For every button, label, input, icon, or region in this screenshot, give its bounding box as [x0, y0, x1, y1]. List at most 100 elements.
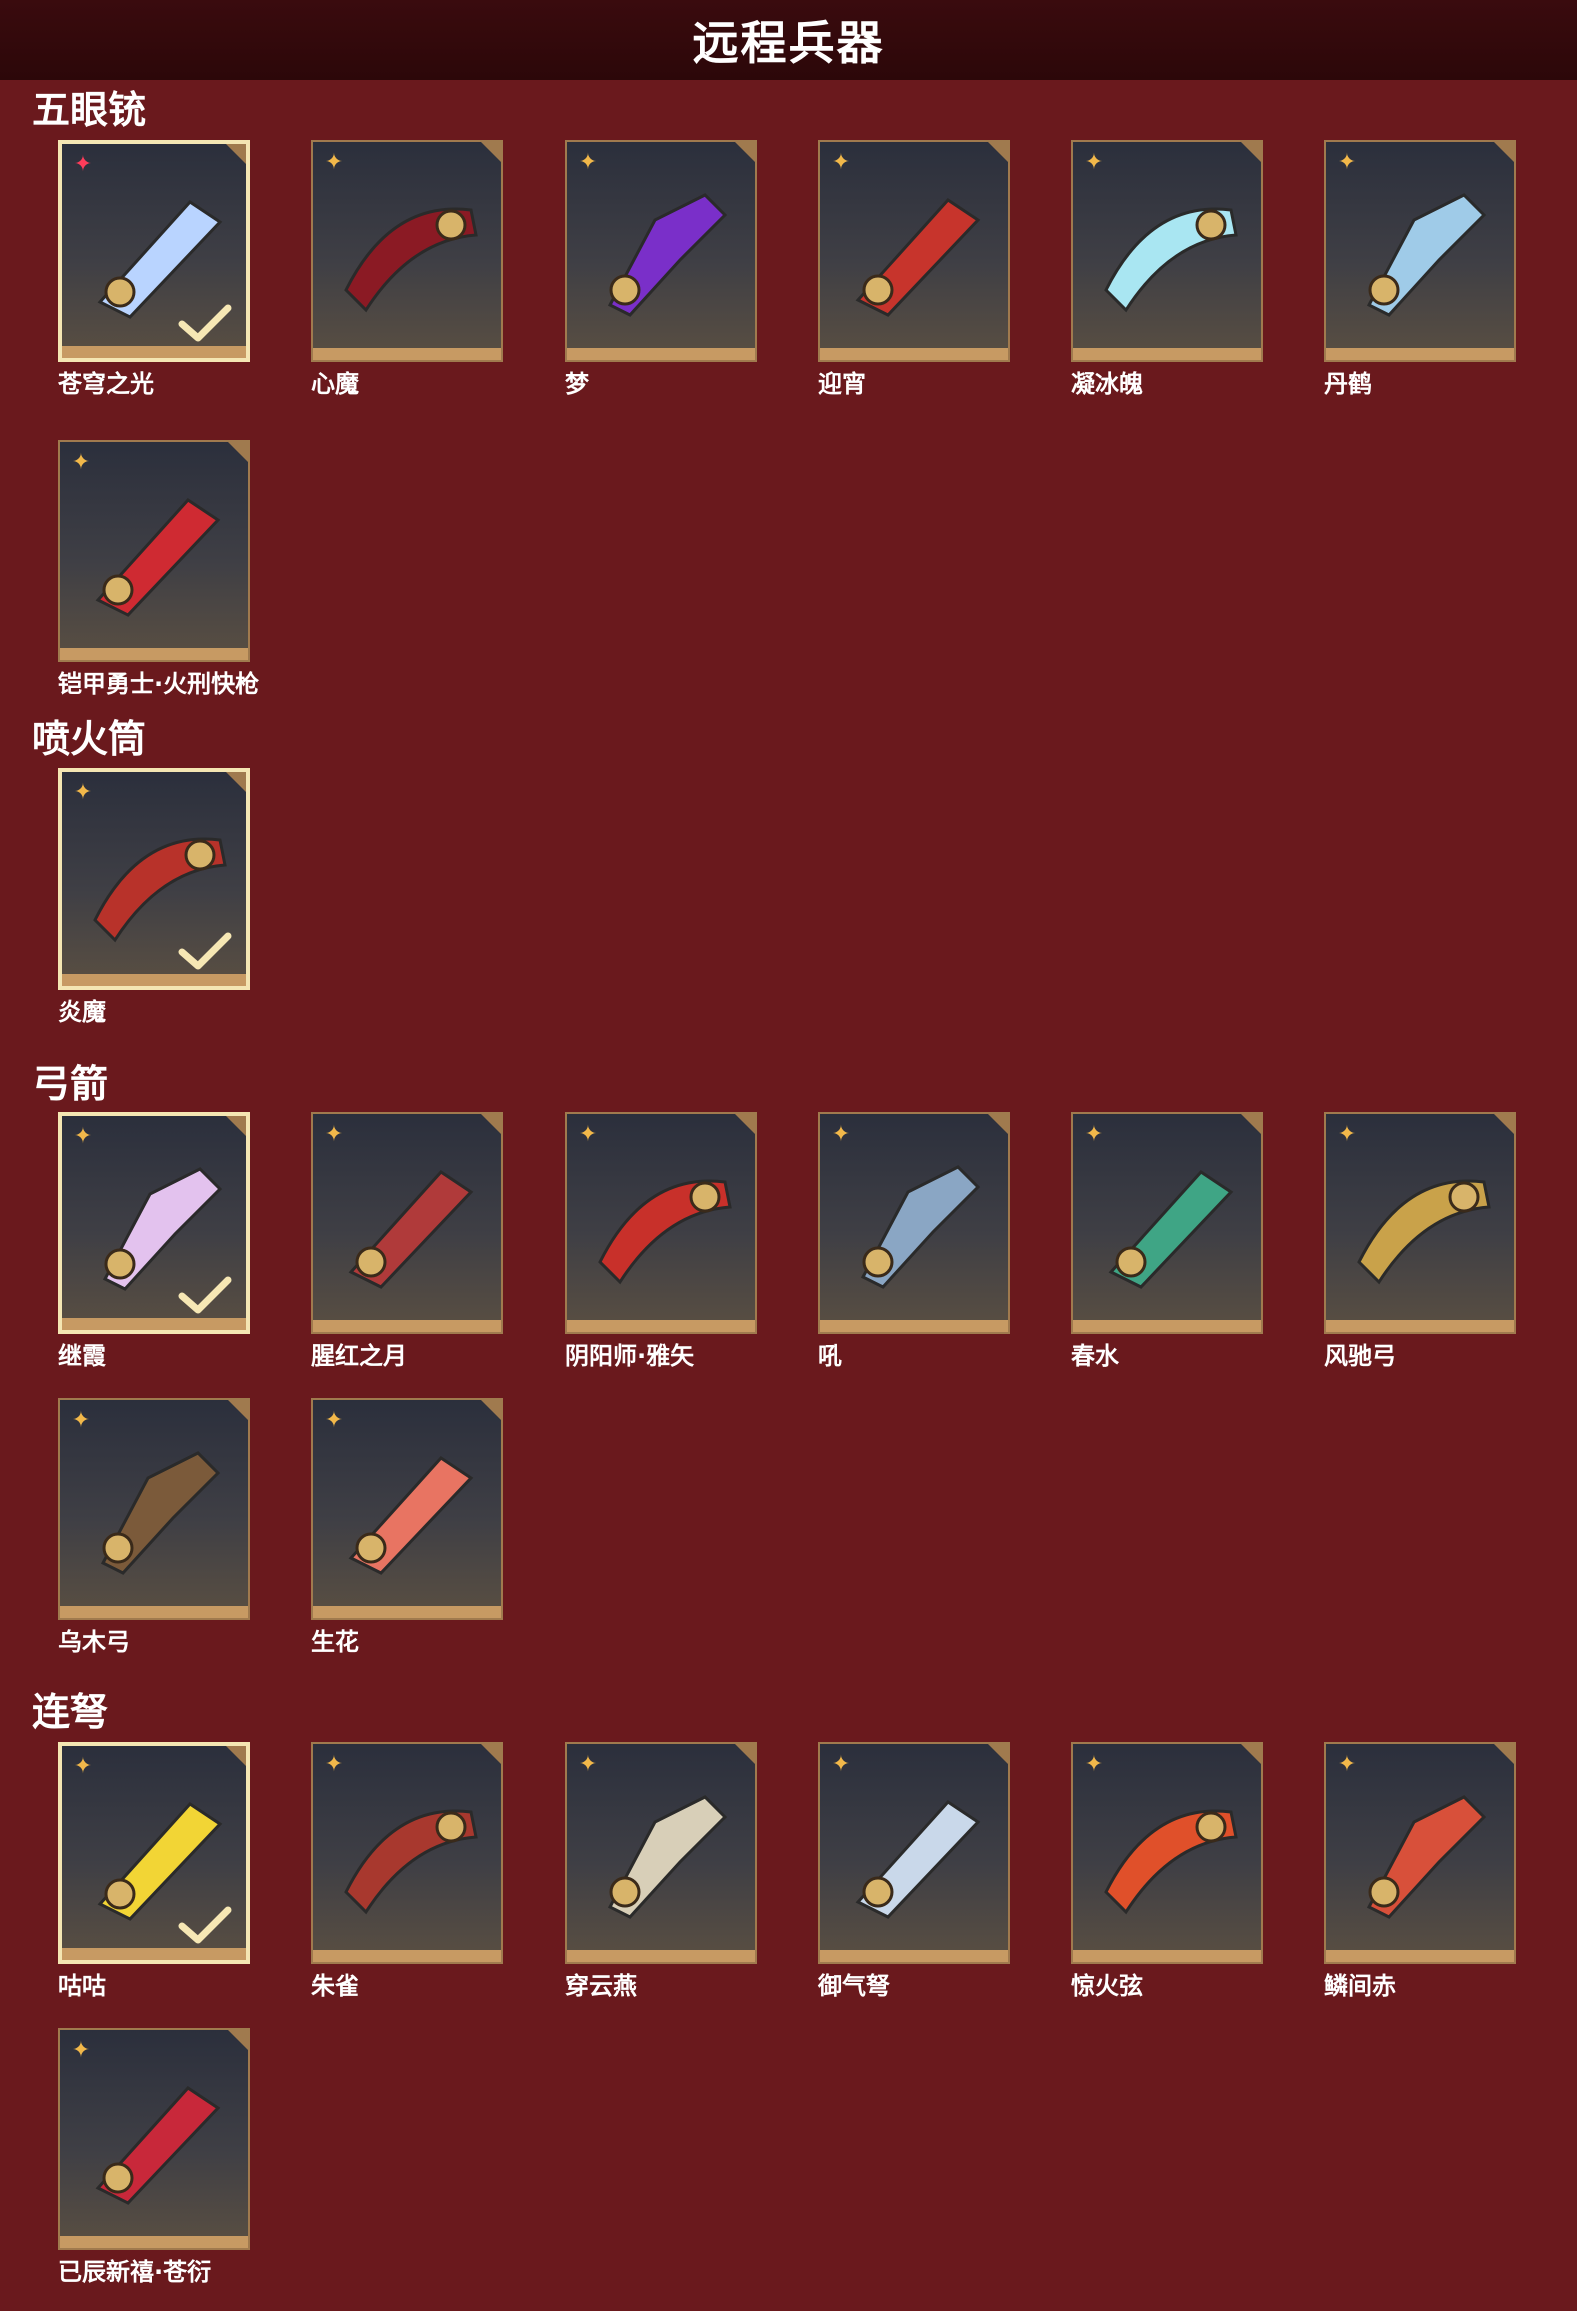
- rarity-star-icon: ✦: [1337, 1122, 1357, 1147]
- rarity-star-icon: ✦: [71, 450, 91, 475]
- tile-bottom-bar: [62, 1318, 246, 1330]
- weapon-tile[interactable]: ✦: [311, 140, 503, 362]
- weapon-tile[interactable]: ✦: [818, 1742, 1010, 1964]
- weapon-name-label: 穿云燕: [565, 1972, 637, 2000]
- weapon-thumbnail-icon: [1366, 193, 1487, 317]
- tile-bottom-bar: [567, 348, 755, 360]
- tile-bottom-bar: [60, 2236, 248, 2248]
- weapon-tile[interactable]: ✦: [565, 140, 757, 362]
- weapon-card[interactable]: ✦ 腥红之月: [311, 1112, 505, 1370]
- weapon-card[interactable]: ✦ 鳞间赤: [1324, 1742, 1518, 2000]
- weapon-card[interactable]: ✦ 朱雀: [311, 1742, 505, 2000]
- weapon-tile[interactable]: ✦: [311, 1112, 503, 1334]
- rarity-star-icon: ✦: [831, 1752, 851, 1777]
- weapon-thumbnail-icon: [344, 1809, 478, 1915]
- weapon-card[interactable]: ✦ 炎魔: [58, 768, 252, 1026]
- weapon-tile[interactable]: ✦: [818, 1112, 1010, 1334]
- rarity-star-icon: ✦: [73, 1754, 93, 1779]
- weapon-tile[interactable]: ✦: [58, 1112, 250, 1334]
- weapon-card[interactable]: ✦ 苍穹之光: [58, 140, 252, 398]
- weapon-tile[interactable]: ✦: [565, 1112, 757, 1334]
- weapon-card[interactable]: ✦ 咕咕: [58, 1742, 252, 2000]
- weapon-card[interactable]: ✦ 继霞: [58, 1112, 252, 1370]
- weapon-name-label: 惊火弦: [1071, 1972, 1143, 2000]
- tile-bottom-bar: [820, 1950, 1008, 1962]
- weapon-tile[interactable]: ✦: [565, 1742, 757, 1964]
- tile-corner-decoration: [228, 1400, 248, 1420]
- weapon-thumbnail-icon: [855, 198, 981, 317]
- weapon-tile[interactable]: ✦: [58, 1398, 250, 1620]
- equipped-check-icon: [178, 304, 232, 342]
- tile-bottom-bar: [62, 974, 246, 986]
- tile-corner-decoration: [988, 142, 1008, 162]
- weapon-card[interactable]: ✦ 凝冰魄: [1071, 140, 1265, 398]
- section-title: 连弩: [32, 1690, 109, 1734]
- weapon-card[interactable]: ✦ 心魔: [311, 140, 505, 398]
- tile-corner-decoration: [481, 1400, 501, 1420]
- weapon-name-label: 丹鹤: [1324, 370, 1372, 398]
- tile-corner-decoration: [1494, 1744, 1514, 1764]
- rarity-star-icon: ✦: [73, 780, 93, 805]
- weapon-card[interactable]: ✦ 已辰新禧·苍衍: [58, 2028, 252, 2286]
- weapon-name-label: 腥红之月: [311, 1342, 407, 1370]
- weapon-card[interactable]: ✦ 吼: [818, 1112, 1012, 1370]
- tile-bottom-bar: [62, 346, 246, 358]
- weapon-tile[interactable]: ✦: [1071, 1742, 1263, 1964]
- weapon-tile[interactable]: ✦: [58, 140, 250, 362]
- weapon-tile[interactable]: ✦: [58, 1742, 250, 1964]
- weapon-thumbnail-icon: [348, 1170, 474, 1289]
- rarity-star-icon: ✦: [71, 2038, 91, 2063]
- rarity-star-icon: ✦: [1084, 1122, 1104, 1147]
- weapon-card[interactable]: ✦ 御气弩: [818, 1742, 1012, 2000]
- tile-corner-decoration: [1241, 1114, 1261, 1134]
- weapon-tile[interactable]: ✦: [311, 1398, 503, 1620]
- weapon-card[interactable]: ✦ 乌木弓: [58, 1398, 252, 1656]
- weapon-name-label: 生花: [311, 1628, 359, 1656]
- weapon-thumbnail-icon: [1366, 1795, 1487, 1919]
- weapon-tile[interactable]: ✦: [58, 768, 250, 990]
- weapon-name-label: 炎魔: [58, 998, 106, 1026]
- weapon-card[interactable]: ✦ 迎宵: [818, 140, 1012, 398]
- rarity-star-icon: ✦: [1084, 150, 1104, 175]
- weapon-name-label: 心魔: [311, 370, 359, 398]
- rarity-star-icon: ✦: [578, 1122, 598, 1147]
- tile-bottom-bar: [567, 1320, 755, 1332]
- weapon-tile[interactable]: ✦: [1071, 1112, 1263, 1334]
- weapon-card[interactable]: ✦ 丹鹤: [1324, 140, 1518, 398]
- rarity-star-icon: ✦: [73, 152, 93, 177]
- weapon-thumbnail-icon: [344, 207, 478, 313]
- rarity-star-icon: ✦: [324, 1122, 344, 1147]
- weapon-tile[interactable]: ✦: [58, 440, 250, 662]
- weapon-tile[interactable]: ✦: [818, 140, 1010, 362]
- tile-corner-decoration: [481, 1114, 501, 1134]
- weapon-thumbnail-icon: [1104, 1809, 1238, 1915]
- weapon-thumbnail-icon: [100, 1451, 221, 1575]
- weapon-card[interactable]: ✦ 阴阳师·雅矢: [565, 1112, 759, 1370]
- weapon-tile[interactable]: ✦: [1324, 1742, 1516, 1964]
- weapon-card[interactable]: ✦ 惊火弦: [1071, 1742, 1265, 2000]
- weapon-card[interactable]: ✦ 春水: [1071, 1112, 1265, 1370]
- weapon-card[interactable]: ✦ 穿云燕: [565, 1742, 759, 2000]
- weapon-tile[interactable]: ✦: [1324, 1112, 1516, 1334]
- weapon-name-label: 春水: [1071, 1342, 1119, 1370]
- rarity-star-icon: ✦: [71, 1408, 91, 1433]
- rarity-star-icon: ✦: [1337, 1752, 1357, 1777]
- tile-bottom-bar: [313, 1950, 501, 1962]
- weapon-thumbnail-icon: [102, 1167, 223, 1291]
- weapon-thumbnail-icon: [97, 1802, 223, 1921]
- tile-corner-decoration: [735, 142, 755, 162]
- rarity-star-icon: ✦: [73, 1124, 93, 1149]
- tile-bottom-bar: [1073, 1320, 1261, 1332]
- weapon-tile[interactable]: ✦: [1071, 140, 1263, 362]
- tile-corner-decoration: [481, 142, 501, 162]
- weapon-card[interactable]: ✦ 风驰弓: [1324, 1112, 1518, 1370]
- weapon-thumbnail-icon: [93, 837, 227, 943]
- weapon-card[interactable]: ✦ 生花: [311, 1398, 505, 1656]
- weapon-tile[interactable]: ✦: [1324, 140, 1516, 362]
- weapon-tile[interactable]: ✦: [58, 2028, 250, 2250]
- weapon-card[interactable]: ✦ 铠甲勇士·火刑快枪: [58, 440, 259, 698]
- tile-bottom-bar: [313, 1320, 501, 1332]
- weapon-name-label: 继霞: [58, 1342, 106, 1370]
- weapon-card[interactable]: ✦ 梦: [565, 140, 759, 398]
- weapon-tile[interactable]: ✦: [311, 1742, 503, 1964]
